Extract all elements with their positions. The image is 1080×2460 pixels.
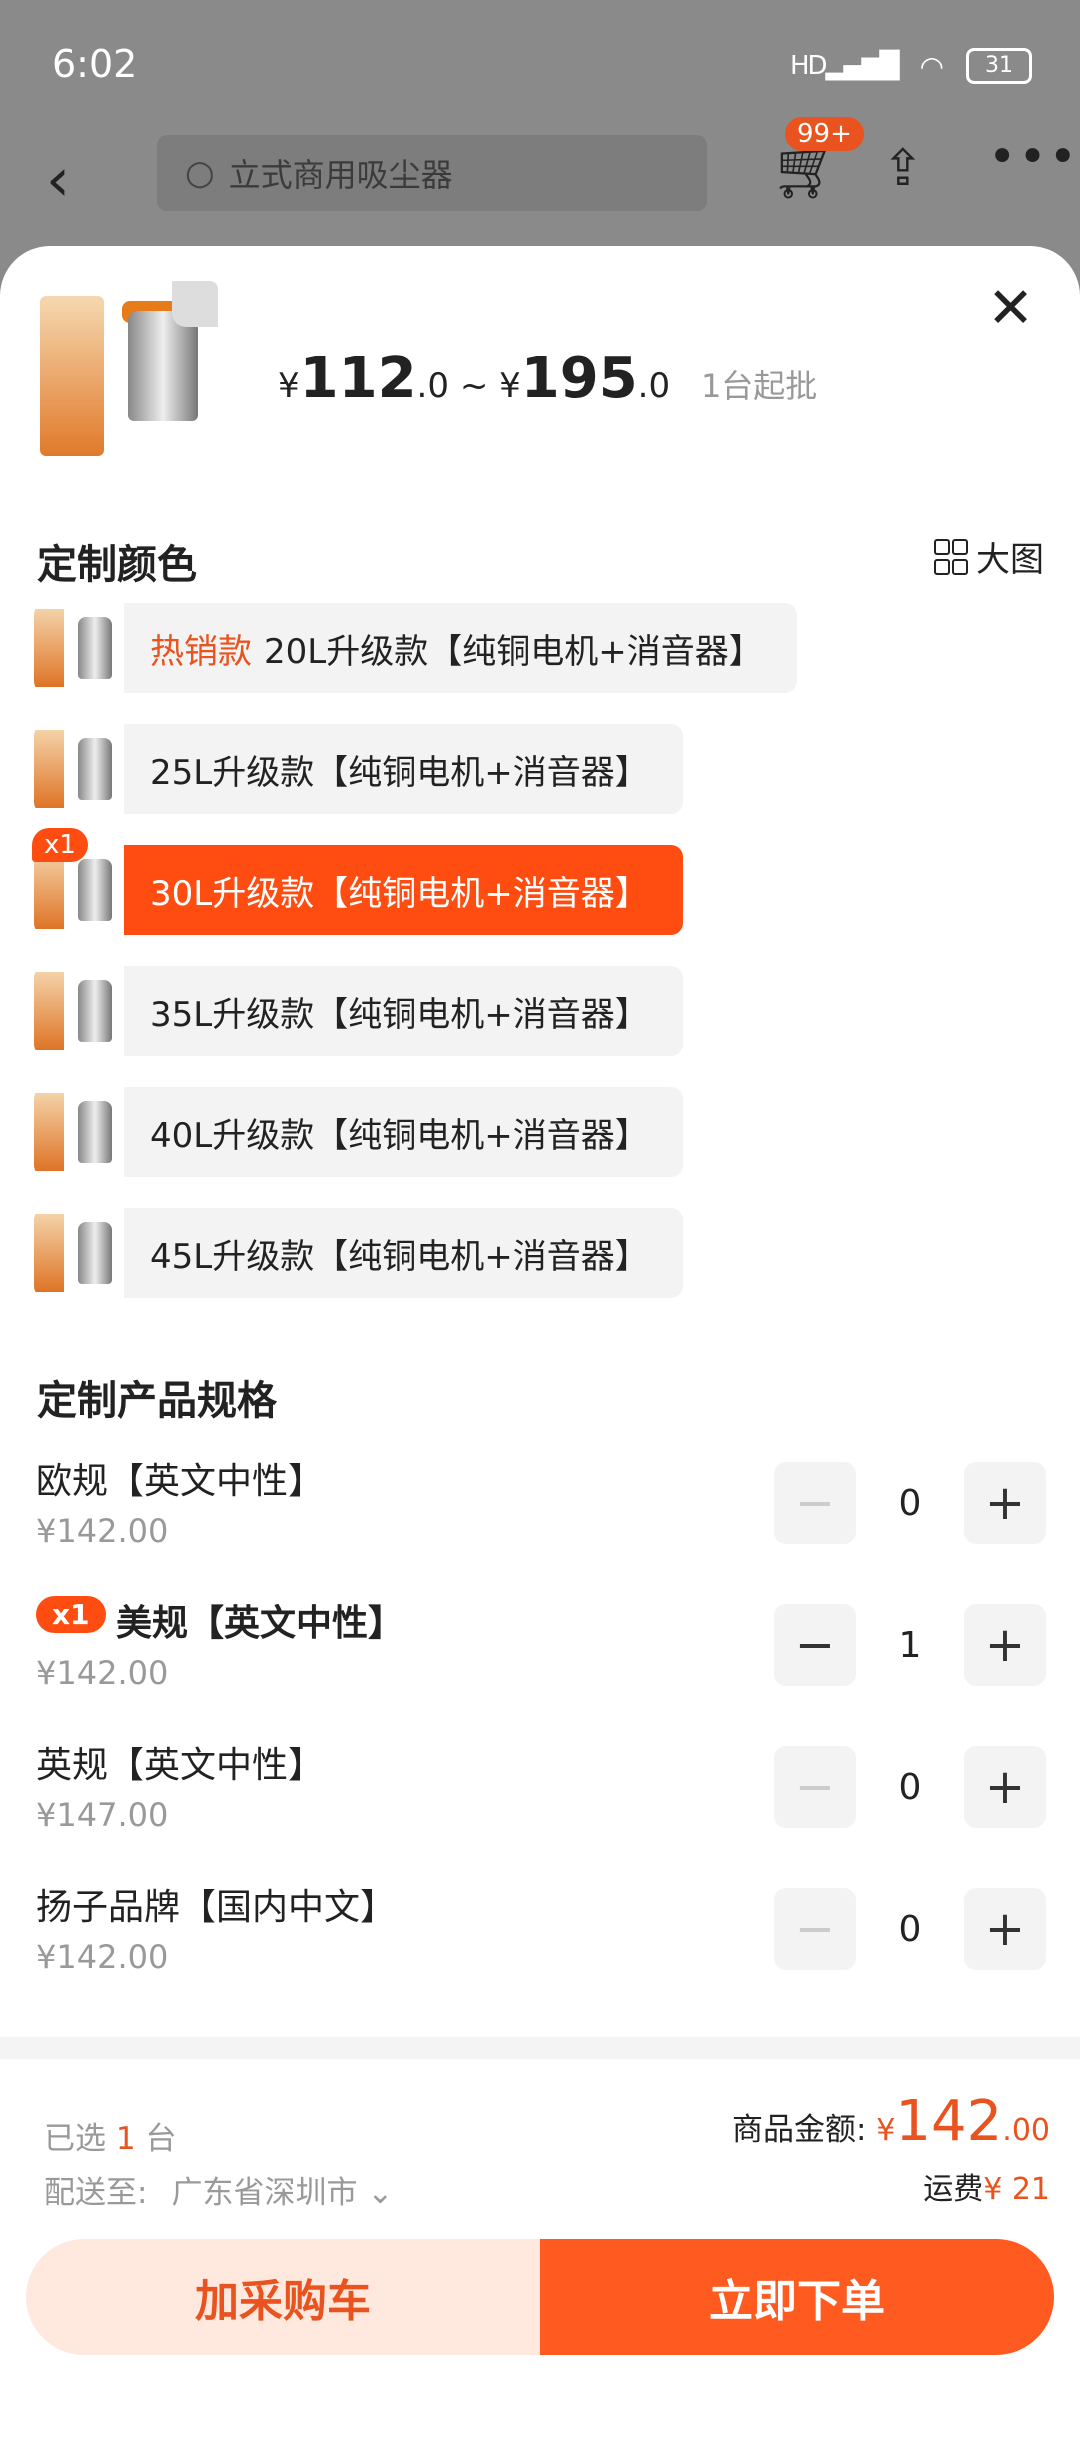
share-icon[interactable]: ⇪ xyxy=(882,139,924,197)
decrement-button[interactable]: − xyxy=(774,1888,856,1970)
increment-button[interactable]: + xyxy=(964,1746,1046,1828)
search-input[interactable]: ○ 立式商用吸尘器 xyxy=(157,135,707,211)
spec-name: 英规【英文中性】 xyxy=(36,1745,325,1786)
back-icon[interactable]: ‹ xyxy=(46,145,70,215)
option-thumbnail xyxy=(34,966,124,1056)
quantity-stepper: − 0 + xyxy=(774,1746,1046,1828)
order-summary: 已选 1 台 配送至: 广东省深圳市 ⌄ 商品金额: ¥142.00 运费¥ 21… xyxy=(0,2059,1080,2460)
total-amount: 商品金额: ¥142.00 xyxy=(731,2089,1050,2154)
grid-icon xyxy=(934,538,968,575)
thumbnail-corner-icon xyxy=(172,281,218,327)
increment-button[interactable]: + xyxy=(964,1462,1046,1544)
increment-button[interactable]: + xyxy=(964,1604,1046,1686)
spec-qty-badge: x1 xyxy=(36,1596,106,1633)
quantity-value[interactable]: 0 xyxy=(899,1767,922,1808)
section-divider xyxy=(0,2037,1080,2059)
battery-icon: 31 xyxy=(966,48,1032,84)
spec-price: ¥147.00 xyxy=(36,1796,169,1834)
spec-price: ¥142.00 xyxy=(36,1938,169,1976)
color-option[interactable]: 40L升级款【纯铜电机+消音器】 xyxy=(34,1087,683,1177)
poster-image xyxy=(40,296,104,456)
spec-price: ¥142.00 xyxy=(36,1654,169,1692)
quantity-stepper: − 1 + xyxy=(774,1604,1046,1686)
quantity-value[interactable]: 0 xyxy=(899,1483,922,1524)
quantity-stepper: − 0 + xyxy=(774,1888,1046,1970)
spec-name: 扬子品牌【国内中文】 xyxy=(36,1887,397,1928)
option-thumbnail xyxy=(34,603,124,693)
buy-now-button[interactable]: 立即下单 xyxy=(540,2239,1054,2355)
spec-name: 欧规【英文中性】 xyxy=(36,1461,325,1502)
status-icons: HD▂▄▆█ ◠ 31 xyxy=(790,48,1032,84)
cart-badge: 99+ xyxy=(785,117,864,151)
decrement-button[interactable]: − xyxy=(774,1462,856,1544)
color-section-title: 定制颜色 xyxy=(37,542,197,588)
spec-row: x1 美规【英文中性】 ¥142.00 − 1 + xyxy=(36,1594,1046,1724)
add-to-cart-button[interactable]: 加采购车 xyxy=(26,2239,540,2355)
status-bar: 6:02 HD▂▄▆█ ◠ 31 xyxy=(0,0,1080,135)
decrement-button[interactable]: − xyxy=(774,1746,856,1828)
spec-price: ¥142.00 xyxy=(36,1512,169,1550)
wifi-icon: ◠ xyxy=(919,49,944,83)
color-option[interactable]: 热销款 20L升级款【纯铜电机+消音器】 xyxy=(34,603,797,693)
product-header: ¥112.0 ~ ¥195.0 1台起批 ✕ xyxy=(0,246,1080,501)
hot-tag: 热销款 xyxy=(150,631,252,672)
signal-icon: HD▂▄▆█ xyxy=(790,51,900,81)
selected-qty-badge: x1 xyxy=(32,828,88,862)
action-buttons: 加采购车 立即下单 xyxy=(26,2239,1054,2355)
option-thumbnail xyxy=(34,724,124,814)
clock: 6:02 xyxy=(52,42,138,86)
search-icon: ○ xyxy=(185,153,215,193)
color-option[interactable]: 35L升级款【纯铜电机+消音器】 xyxy=(34,966,683,1056)
spec-row: 扬子品牌【国内中文】 ¥142.00 − 0 + xyxy=(36,1878,1046,2008)
freight-fee: 运费¥ 21 xyxy=(923,2172,1050,2207)
quantity-value[interactable]: 1 xyxy=(899,1625,922,1666)
selected-count: 已选 1 台 xyxy=(44,2121,177,2157)
spec-section-title: 定制产品规格 xyxy=(37,1378,277,1424)
top-bar: ‹ ○ 立式商用吸尘器 🛒︎ 99+ ⇪ ••• xyxy=(0,117,1080,245)
vacuum-image xyxy=(128,311,198,421)
shipping-address[interactable]: 配送至: 广东省深圳市 ⌄ xyxy=(44,2167,393,2212)
color-option-selected[interactable]: 30L升级款【纯铜电机+消音器】 xyxy=(34,845,683,935)
option-thumbnail xyxy=(34,1087,124,1177)
increment-button[interactable]: + xyxy=(964,1888,1046,1970)
price-range: ¥112.0 ~ ¥195.0 1台起批 xyxy=(278,346,818,411)
color-option[interactable]: 25L升级款【纯铜电机+消音器】 xyxy=(34,724,683,814)
more-icon[interactable]: ••• xyxy=(988,129,1079,185)
min-order: 1台起批 xyxy=(700,367,818,405)
close-icon[interactable]: ✕ xyxy=(987,276,1034,341)
color-option[interactable]: 45L升级款【纯铜电机+消音器】 xyxy=(34,1208,683,1298)
quantity-stepper: − 0 + xyxy=(774,1462,1046,1544)
decrement-button[interactable]: − xyxy=(774,1604,856,1686)
big-picture-toggle[interactable]: 大图 xyxy=(934,532,1044,581)
spec-row: 英规【英文中性】 ¥147.00 − 0 + xyxy=(36,1736,1046,1866)
spec-row: 欧规【英文中性】 ¥142.00 − 0 + xyxy=(36,1452,1046,1582)
option-thumbnail xyxy=(34,1208,124,1298)
search-placeholder: 立式商用吸尘器 xyxy=(228,156,453,194)
sku-sheet: ¥112.0 ~ ¥195.0 1台起批 ✕ 定制颜色 大图 热销款 20L升级款… xyxy=(0,246,1080,2460)
spec-name: 美规【英文中性】 xyxy=(116,1603,405,1644)
quantity-value[interactable]: 0 xyxy=(899,1909,922,1950)
chevron-down-icon: ⌄ xyxy=(367,2175,394,2211)
